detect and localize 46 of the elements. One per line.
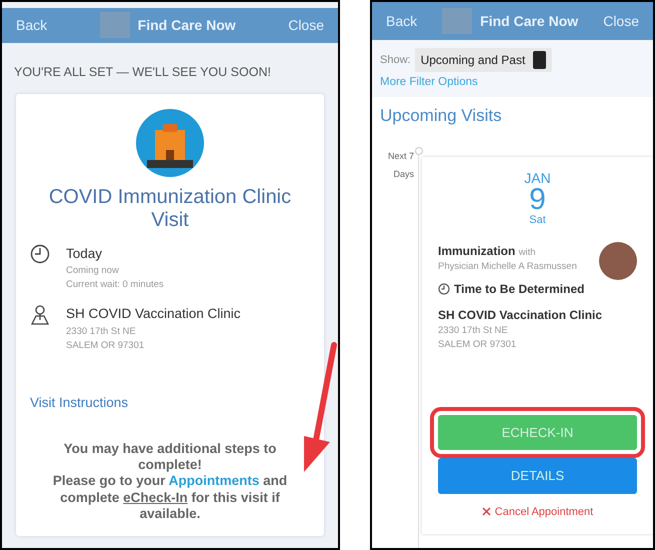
day-text: 9	[529, 184, 546, 215]
logo-placeholder	[442, 8, 472, 34]
city-address: SALEM OR 97301	[66, 338, 146, 353]
visit-type: Immunization with	[438, 242, 537, 260]
map-pin-icon	[30, 304, 50, 326]
timeline-label: Next 7 Days	[386, 150, 414, 181]
notice-text: Please go to your Appointments and complete eCheck-In for this visit if available.	[52, 473, 288, 522]
details-button[interactable]: DETAILS	[438, 458, 637, 494]
appointment-time: Time to Be Determined	[454, 280, 584, 298]
filter-dropdown[interactable]: Upcoming and Past	[414, 48, 552, 72]
screen-title: Find Care Now	[138, 16, 236, 35]
close-button[interactable]: Close	[288, 14, 324, 36]
weekday-text: Sat	[528, 214, 547, 226]
section-heading: Upcoming Visits	[379, 105, 503, 128]
city-address: SALEM OR 97301	[438, 338, 518, 352]
visit-instructions-link[interactable]: Visit Instructions	[30, 393, 128, 414]
close-button[interactable]: Close	[603, 10, 639, 32]
clock-icon	[438, 282, 450, 295]
timeline-dot	[415, 146, 423, 155]
location-name: SH COVID Vaccination Clinic	[438, 306, 604, 324]
visit-title: COVID Immunization Clinic Visit	[48, 186, 292, 232]
logo-placeholder	[100, 12, 130, 38]
status-text: Coming now	[66, 264, 120, 278]
back-button[interactable]: Back	[386, 10, 418, 32]
street-address: 2330 17th St NE	[66, 324, 137, 339]
provider-name: Physician Michelle A Rasmussen	[438, 260, 577, 274]
echeck-in-button[interactable]: ECHECK-IN	[438, 414, 637, 450]
street-address: 2330 17th St NE	[438, 324, 509, 338]
close-icon	[482, 507, 491, 516]
back-button[interactable]: Back	[16, 14, 48, 36]
dropdown-caret-icon	[533, 51, 546, 69]
month-text: JAN	[523, 170, 552, 185]
location-name: SH COVID Vaccination Clinic	[66, 305, 241, 324]
appointments-link[interactable]: Appointments	[168, 473, 260, 488]
time-label: Today	[66, 244, 104, 263]
clock-icon	[30, 244, 50, 264]
filter-label: Show:	[380, 52, 411, 68]
more-filter-options-link[interactable]: More Filter Options	[380, 74, 645, 92]
notice-heading: You may have additional steps to complete!	[62, 441, 278, 474]
avatar-placeholder	[599, 242, 637, 280]
banner-text: YOU'RE ALL SET — WE'LL SEE YOU SOON!	[13, 64, 272, 81]
screen-title: Find Care Now	[480, 12, 578, 30]
wait-text: Current wait: 0 minutes	[66, 278, 164, 292]
cancel-appointment-link[interactable]: Cancel Appointment	[438, 504, 637, 520]
echeck-in-link[interactable]: eCheck-In	[123, 490, 188, 505]
hospital-icon	[135, 108, 205, 178]
